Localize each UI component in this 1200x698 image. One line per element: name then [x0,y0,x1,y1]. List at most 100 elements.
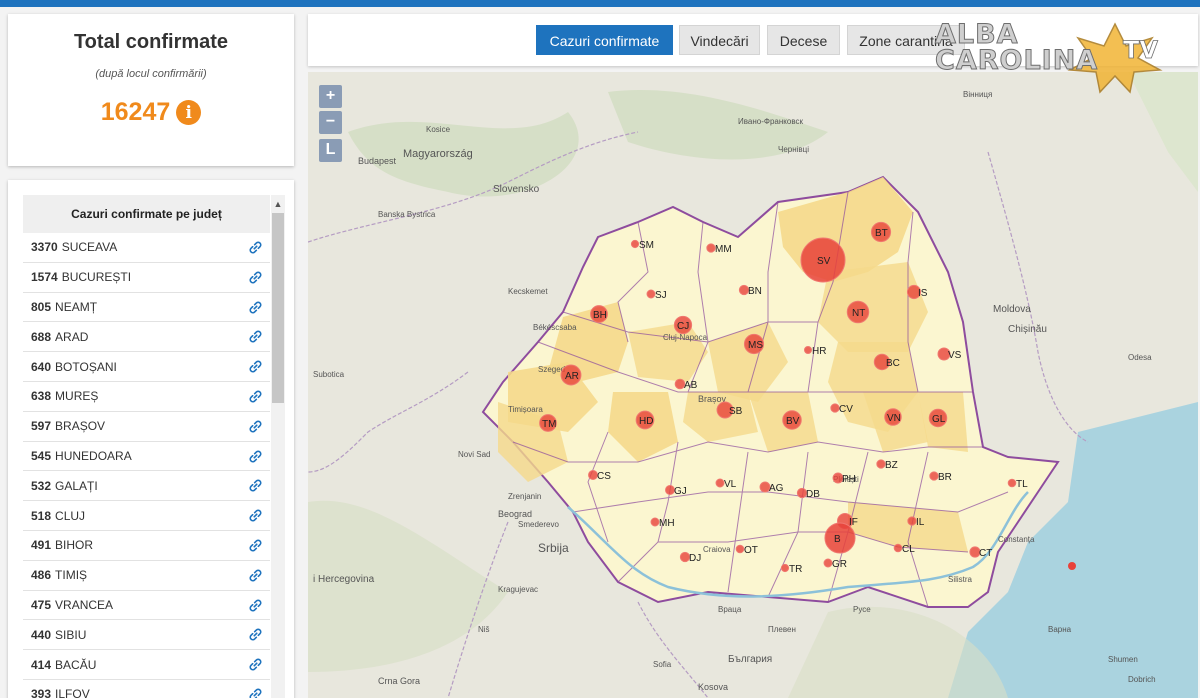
list-item[interactable]: 805 NEAMȚ [23,293,270,323]
link-icon[interactable] [249,688,262,698]
county-code-label: VL [724,479,737,490]
place-label: Cluj-Napoca [663,333,708,342]
list-item[interactable]: 491 BIHOR [23,531,270,561]
list-item[interactable]: 393 ILFOV [23,680,270,698]
county-count: 638 [31,389,52,404]
link-icon[interactable] [249,330,262,343]
tab-recovered[interactable]: Vindecări [679,25,760,55]
county-name: BACĂU [55,657,97,672]
link-icon[interactable] [249,241,262,254]
county-code-label: BR [938,472,952,483]
county-bubble[interactable] [715,478,725,488]
county-bubble[interactable] [830,403,840,413]
county-list: 3370 SUCEAVA 1574 BUCUREȘTI 805 NEAMȚ 688 ARAD 6… [23,233,270,698]
link-icon[interactable] [249,599,262,612]
county-code-label: CL [902,544,915,555]
place-label: Dobrich [1128,675,1156,684]
county-code-label: GR [832,559,847,570]
county-bubble[interactable] [929,471,939,481]
link-icon[interactable] [249,450,262,463]
county-bubble[interactable] [876,459,886,469]
county-bubble[interactable] [646,289,656,299]
layers-button[interactable]: L [319,139,342,162]
place-label: Чернівці [778,145,809,154]
county-bubble[interactable] [1068,562,1076,570]
list-item[interactable]: 414 BACĂU [23,650,270,680]
county-count: 545 [31,448,52,463]
link-icon[interactable] [249,271,262,284]
county-name: GALAȚI [55,478,98,493]
terrain-area [788,606,1008,698]
county-bubble[interactable] [1007,478,1017,488]
county-code-label: MM [715,244,732,255]
county-bubble[interactable] [650,517,660,527]
county-code-label: GJ [674,486,687,497]
place-label: Kragujevac [498,585,538,594]
county-code-label: SB [729,406,743,417]
county-name: VRANCEA [55,597,114,612]
list-item[interactable]: 486 TIMIȘ [23,561,270,591]
total-count: 16247 [100,98,171,126]
county-count: 491 [31,538,52,553]
link-icon[interactable] [249,509,262,522]
link-icon[interactable] [249,301,262,314]
scroll-up-arrow-icon[interactable]: ▲ [271,195,285,213]
county-bubble[interactable] [630,239,640,249]
tab-deaths[interactable]: Decese [767,25,840,55]
logo-line-2: CAROLINA [934,45,1099,76]
zoom-in-button[interactable]: + [319,85,342,108]
county-name: MUREȘ [55,389,99,404]
county-count: 597 [31,419,52,434]
list-item[interactable]: 440 SIBIU [23,620,270,651]
link-icon[interactable] [249,479,262,492]
place-label: Békéscsaba [533,323,577,332]
county-bubble[interactable] [735,544,745,554]
link-icon[interactable] [249,658,262,671]
county-bubble[interactable] [823,558,833,568]
list-item[interactable]: 3370 SUCEAVA [23,233,270,263]
county-count: 393 [31,687,52,698]
link-icon[interactable] [249,539,262,552]
county-count: 1574 [31,270,58,285]
link-icon[interactable] [249,390,262,403]
county-code-label: AR [565,371,579,382]
link-icon[interactable] [249,628,262,641]
list-item[interactable]: 597 BRAȘOV [23,412,270,442]
county-count: 414 [31,657,52,672]
county-name: HUNEDOARA [55,448,132,463]
county-bubble[interactable] [804,346,812,354]
place-label: Magyarország [403,148,473,160]
county-code-label: CT [979,548,992,559]
list-item[interactable]: 1574 BUCUREȘTI [23,263,270,293]
info-icon[interactable]: i [176,100,202,125]
scroll-thumb[interactable] [272,213,284,403]
list-item[interactable]: 475 VRANCEA [23,591,270,621]
county-name: TIMIȘ [55,568,88,583]
county-code-label: AB [684,380,698,391]
list-item[interactable]: 688 ARAD [23,322,270,353]
county-name: BIHOR [55,538,94,553]
zoom-out-button[interactable]: − [319,111,342,134]
county-bubble[interactable] [780,563,790,573]
map-view[interactable]: Budapest Magyarország Slovensko Banska Byst… [308,72,1198,698]
list-scrollbar[interactable]: ▲ [271,195,285,698]
county-code-label: OT [744,545,758,556]
list-item[interactable]: 518 CLUJ [23,501,270,531]
place-label: Srbija [538,541,569,555]
list-item[interactable]: 638 MUREȘ [23,382,270,412]
county-count: 440 [31,627,52,642]
link-icon[interactable] [249,360,262,373]
county-bubble[interactable] [706,243,716,253]
list-item[interactable]: 640 BOTOȘANI [23,352,270,382]
link-icon[interactable] [249,420,262,433]
tab-confirmed[interactable]: Cazuri confirmate [536,25,673,55]
county-code-label: DB [806,489,820,500]
link-icon[interactable] [249,569,262,582]
place-label: Niš [478,625,490,634]
county-name: BRAȘOV [55,419,106,434]
list-item[interactable]: 545 HUNEDOARA [23,442,270,472]
county-bubble[interactable] [907,516,917,526]
county-bubble[interactable] [893,543,903,553]
total-card: Total confirmate (după locul confirmării… [8,14,294,166]
list-item[interactable]: 532 GALAȚI [23,471,270,502]
